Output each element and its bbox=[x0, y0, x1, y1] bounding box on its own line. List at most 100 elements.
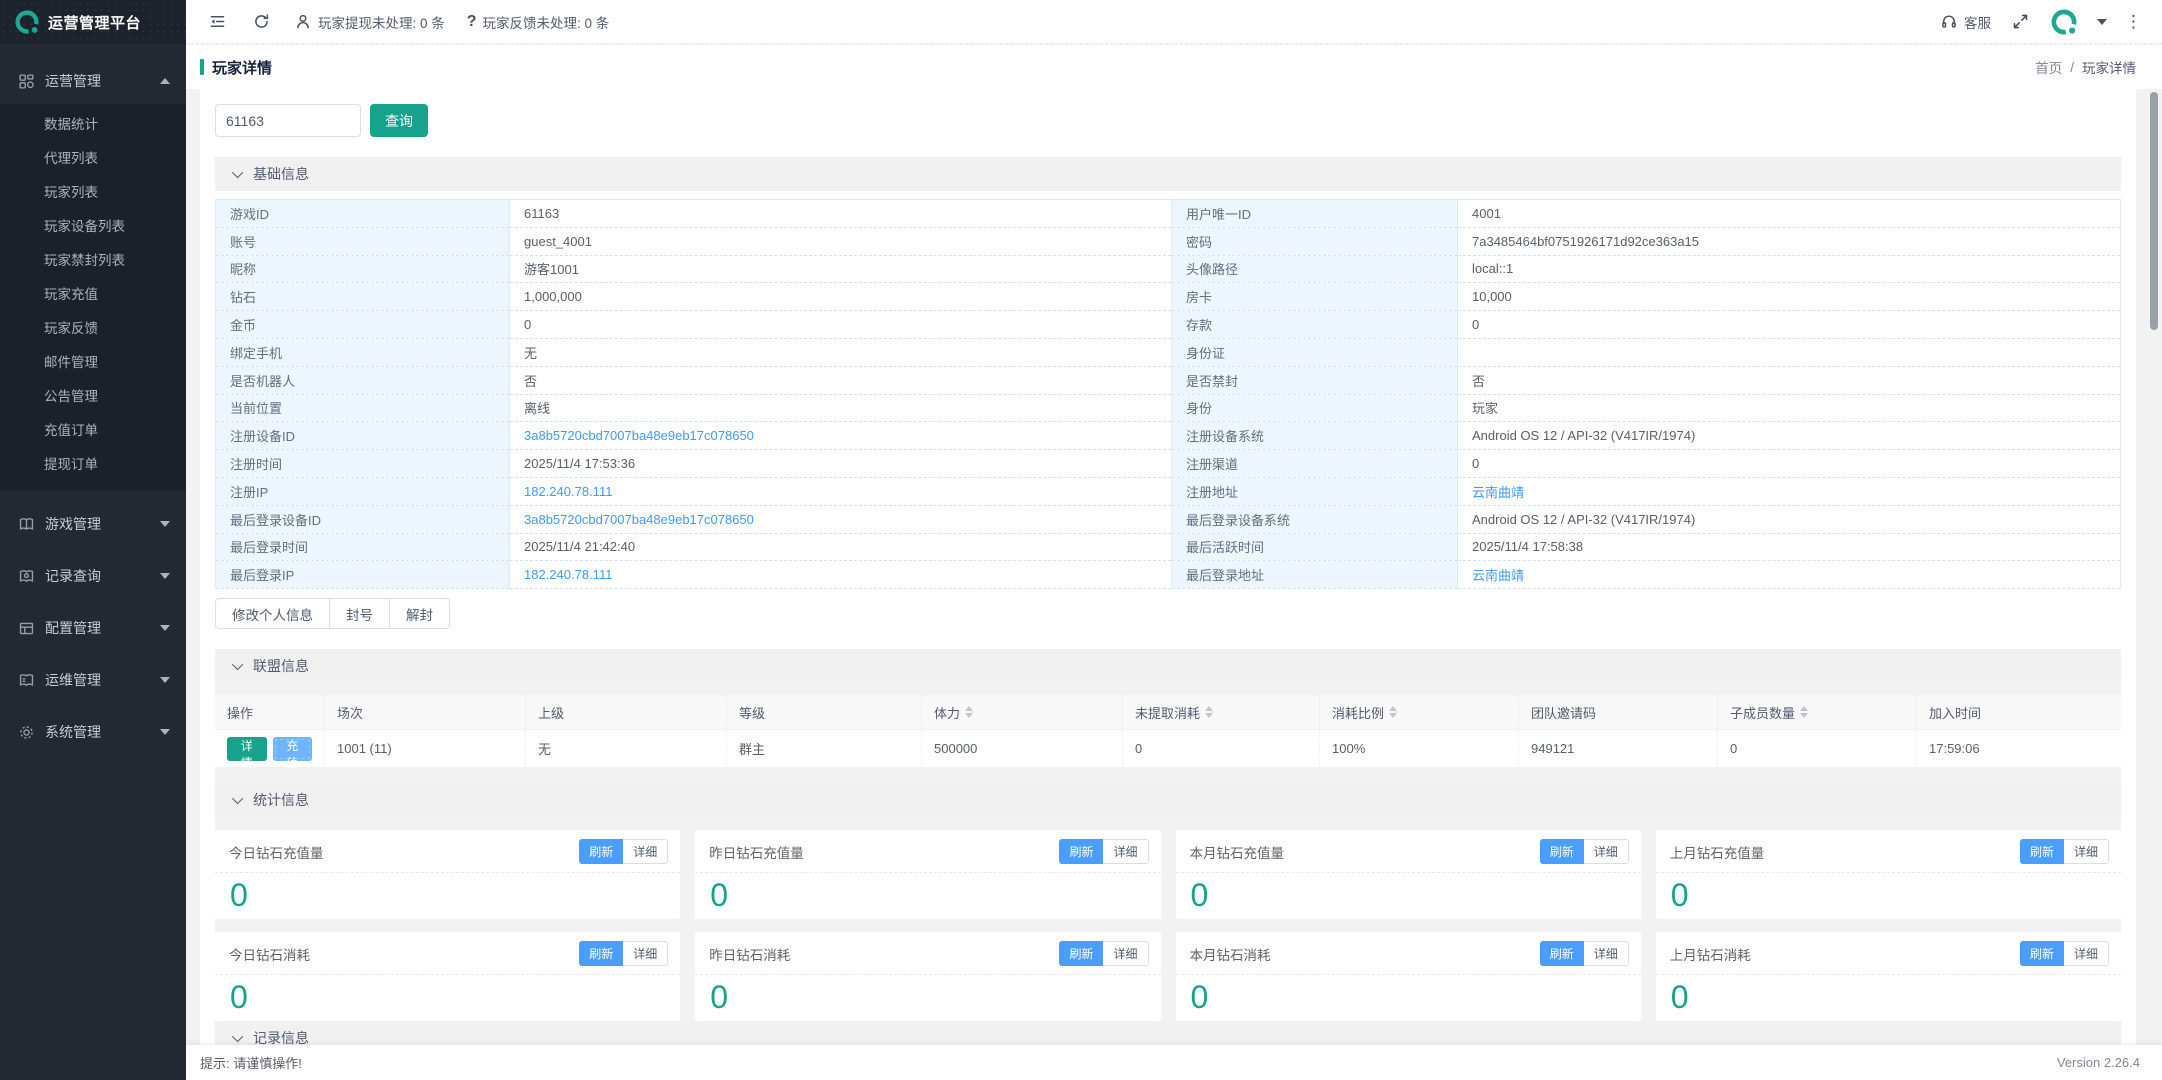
field-label: 房卡 bbox=[1172, 283, 1458, 311]
field-label: 身份 bbox=[1172, 394, 1458, 422]
last-login-address-link[interactable]: 云南曲靖 bbox=[1458, 561, 2121, 589]
table-row: 最后登录设备ID 3a8b5720cbd7007ba48e9eb17c07865… bbox=[216, 505, 2121, 533]
col-stamina-sortable[interactable]: 体力 bbox=[922, 695, 1123, 729]
detail-button[interactable]: 详细 bbox=[623, 839, 668, 864]
col-unclaimed-sortable[interactable]: 未提取消耗 bbox=[1123, 695, 1320, 729]
refresh-button[interactable]: 刷新 bbox=[1540, 941, 1584, 966]
alliance-session-link[interactable]: 1001 (11) bbox=[325, 729, 526, 767]
detail-button[interactable]: 详细 bbox=[1584, 839, 1629, 864]
alliance-recharge-button[interactable]: 充值 bbox=[273, 737, 313, 761]
section-alliance-info[interactable]: 联盟信息 bbox=[215, 649, 2121, 683]
chevron-up-icon bbox=[160, 78, 170, 84]
edit-profile-button[interactable]: 修改个人信息 bbox=[215, 598, 330, 629]
refresh-button[interactable]: 刷新 bbox=[1059, 839, 1103, 864]
sidebar-item-agent-list[interactable]: 代理列表 bbox=[0, 142, 186, 176]
sidebar-item-data-stats[interactable]: 数据统计 bbox=[0, 108, 186, 142]
stat-card-title: 今日钻石消耗 bbox=[229, 944, 310, 964]
cell-join-time: 17:59:06 bbox=[1917, 729, 2121, 767]
table-row: 当前位置 离线 身份 玩家 bbox=[216, 394, 2121, 422]
sidebar-item-notice-mgmt[interactable]: 公告管理 bbox=[0, 380, 186, 414]
detail-button[interactable]: 详细 bbox=[1103, 941, 1148, 966]
sort-icon[interactable] bbox=[1205, 706, 1213, 718]
refresh-button[interactable]: 刷新 bbox=[579, 839, 623, 864]
section-records-info[interactable]: 记录信息 bbox=[215, 1021, 2121, 1045]
col-session: 场次 bbox=[325, 695, 526, 729]
page-title: 玩家详情 bbox=[200, 57, 272, 78]
register-ip-link[interactable]: 182.240.78.111 bbox=[510, 477, 1172, 505]
detail-button[interactable]: 详细 bbox=[1103, 839, 1148, 864]
feedback-pending-text: 玩家反馈未处理: 0 条 bbox=[483, 12, 610, 32]
field-label: 最后登录设备系统 bbox=[1172, 505, 1458, 533]
register-address-link[interactable]: 云南曲靖 bbox=[1458, 477, 2121, 505]
chevron-down-icon bbox=[232, 659, 243, 670]
topbar-right: 客服 ⋮ bbox=[1940, 7, 2142, 37]
sidebar-group-ops[interactable]: 运维管理 bbox=[0, 654, 186, 706]
stats-cards-row-1: 今日钻石充值量 刷新详细 0 昨日钻石充值量 刷新详细 0 本月钻石充值量 刷新… bbox=[215, 830, 2121, 919]
collapse-sidebar-icon[interactable] bbox=[206, 11, 228, 33]
sort-icon[interactable] bbox=[1389, 706, 1397, 718]
field-label: 存款 bbox=[1172, 311, 1458, 339]
sidebar-item-player-ban-list[interactable]: 玩家禁封列表 bbox=[0, 244, 186, 278]
last-login-device-id-link[interactable]: 3a8b5720cbd7007ba48e9eb17c078650 bbox=[510, 505, 1172, 533]
sort-icon[interactable] bbox=[1800, 706, 1808, 718]
stat-card-value: 0 bbox=[215, 975, 680, 1016]
player-id-input[interactable] bbox=[215, 104, 361, 137]
more-menu-icon[interactable]: ⋮ bbox=[2125, 12, 2142, 32]
vertical-scrollbar[interactable] bbox=[2150, 92, 2158, 330]
detail-button[interactable]: 详细 bbox=[623, 941, 668, 966]
customer-service-label: 客服 bbox=[1964, 12, 1991, 32]
refresh-button[interactable]: 刷新 bbox=[2020, 839, 2064, 864]
feedback-pending-notice[interactable]: ? 玩家反馈未处理: 0 条 bbox=[467, 12, 610, 32]
detail-button[interactable]: 详细 bbox=[2064, 839, 2109, 864]
sidebar-item-player-feedback[interactable]: 玩家反馈 bbox=[0, 312, 186, 346]
cell-level: 群主 bbox=[727, 729, 922, 767]
question-mark-icon: ? bbox=[467, 13, 477, 31]
col-members-sortable[interactable]: 子成员数量 bbox=[1718, 695, 1917, 729]
detail-button[interactable]: 详细 bbox=[1584, 941, 1629, 966]
field-label: 头像路径 bbox=[1172, 255, 1458, 283]
avatar[interactable] bbox=[2049, 7, 2079, 37]
content-area: 查询 基础信息 游戏ID 61163 用户唯一ID 4001 账号 guest_… bbox=[186, 89, 2162, 1045]
sidebar-item-recharge-orders[interactable]: 充值订单 bbox=[0, 414, 186, 448]
field-value: 无 bbox=[510, 338, 1172, 366]
withdraw-pending-notice[interactable]: 玩家提现未处理: 0 条 bbox=[294, 12, 445, 32]
sidebar-item-withdraw-orders[interactable]: 提现订单 bbox=[0, 448, 186, 482]
register-device-id-link[interactable]: 3a8b5720cbd7007ba48e9eb17c078650 bbox=[510, 422, 1172, 450]
cell-actions: 详情 充值 bbox=[215, 729, 325, 767]
refresh-button[interactable]: 刷新 bbox=[579, 941, 623, 966]
sidebar-item-player-recharge[interactable]: 玩家充值 bbox=[0, 278, 186, 312]
cell-parent: 无 bbox=[526, 729, 727, 767]
alliance-detail-button[interactable]: 详情 bbox=[227, 737, 267, 761]
unban-account-button[interactable]: 解封 bbox=[389, 598, 450, 629]
sidebar-group-records[interactable]: 记录查询 bbox=[0, 550, 186, 602]
sidebar-group-label: 配置管理 bbox=[45, 618, 160, 638]
sidebar-item-player-list[interactable]: 玩家列表 bbox=[0, 176, 186, 210]
sidebar-group-system[interactable]: 系统管理 bbox=[0, 706, 186, 758]
user-menu-caret-icon[interactable] bbox=[2097, 19, 2107, 25]
last-login-ip-link[interactable]: 182.240.78.111 bbox=[510, 561, 1172, 589]
col-join-time: 加入时间 bbox=[1917, 695, 2121, 729]
customer-service-button[interactable]: 客服 bbox=[1940, 12, 1991, 32]
fullscreen-icon[interactable] bbox=[2009, 11, 2031, 33]
refresh-button[interactable]: 刷新 bbox=[1059, 941, 1103, 966]
col-ratio-sortable[interactable]: 消耗比例 bbox=[1320, 695, 1519, 729]
col-level: 等级 bbox=[727, 695, 922, 729]
section-basic-label: 基础信息 bbox=[253, 164, 309, 184]
refresh-button[interactable]: 刷新 bbox=[1540, 839, 1584, 864]
sidebar-group-config[interactable]: 配置管理 bbox=[0, 602, 186, 654]
sidebar-group-game[interactable]: 游戏管理 bbox=[0, 498, 186, 550]
sidebar-item-player-device-list[interactable]: 玩家设备列表 bbox=[0, 210, 186, 244]
footer-tip: 提示: 请谨慎操作! bbox=[200, 1053, 302, 1072]
breadcrumb-home[interactable]: 首页 bbox=[2035, 57, 2062, 77]
ban-account-button[interactable]: 封号 bbox=[329, 598, 390, 629]
query-button[interactable]: 查询 bbox=[370, 104, 428, 137]
sidebar-item-mail-mgmt[interactable]: 邮件管理 bbox=[0, 346, 186, 380]
refresh-button[interactable]: 刷新 bbox=[2020, 941, 2064, 966]
detail-button[interactable]: 详细 bbox=[2064, 941, 2109, 966]
refresh-icon[interactable] bbox=[250, 11, 272, 33]
section-stats-info[interactable]: 统计信息 bbox=[215, 783, 2121, 817]
section-basic-info[interactable]: 基础信息 bbox=[215, 157, 2121, 191]
chevron-down-icon bbox=[232, 167, 243, 178]
sidebar-group-operations[interactable]: 运营管理 bbox=[0, 58, 186, 104]
sort-icon[interactable] bbox=[965, 706, 973, 718]
